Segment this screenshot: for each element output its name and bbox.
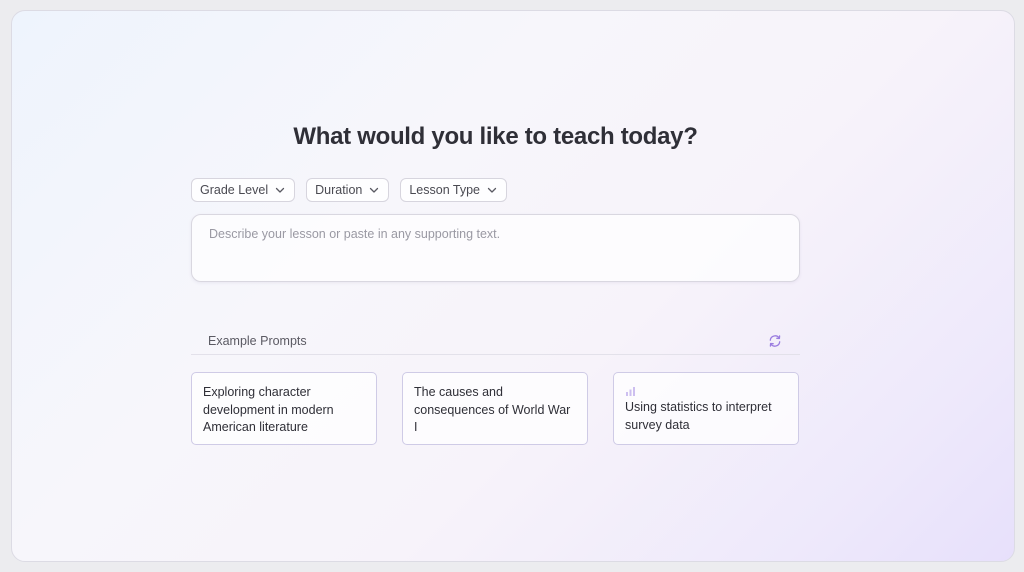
example-prompt-card[interactable]: Exploring character development in moder… <box>191 372 377 445</box>
lesson-type-dropdown[interactable]: Lesson Type <box>400 178 508 202</box>
chevron-down-icon <box>368 184 380 196</box>
grade-level-dropdown[interactable]: Grade Level <box>191 178 296 202</box>
example-prompt-card[interactable]: The causes and consequences of World War… <box>402 372 588 445</box>
refresh-icon[interactable] <box>768 334 782 348</box>
example-prompt-card[interactable]: Using statistics to interpret survey dat… <box>613 372 799 445</box>
example-prompt-text: Using statistics to interpret survey dat… <box>625 400 772 432</box>
duration-label: Duration <box>315 183 363 197</box>
main-content: What would you like to teach today? Grad… <box>191 11 800 561</box>
example-prompt-text: Exploring character development in moder… <box>203 385 334 434</box>
lesson-type-label: Lesson Type <box>409 183 481 197</box>
chevron-down-icon <box>486 184 498 196</box>
page-title: What would you like to teach today? <box>293 123 698 150</box>
duration-dropdown[interactable]: Duration <box>306 178 390 202</box>
lesson-description-input[interactable] <box>192 215 799 281</box>
filter-bar: Grade Level Duration Lesson Type <box>191 178 508 202</box>
example-prompts-label: Example Prompts <box>208 334 307 348</box>
chevron-down-icon <box>274 184 286 196</box>
bar-chart-icon <box>625 385 637 397</box>
app-window: What would you like to teach today? Grad… <box>11 10 1015 562</box>
grade-level-label: Grade Level <box>200 183 269 197</box>
example-prompts-header: Example Prompts <box>191 331 800 355</box>
example-prompt-text: The causes and consequences of World War… <box>414 385 571 434</box>
example-prompt-list: Exploring character development in moder… <box>191 372 800 445</box>
lesson-input-box <box>191 214 800 282</box>
